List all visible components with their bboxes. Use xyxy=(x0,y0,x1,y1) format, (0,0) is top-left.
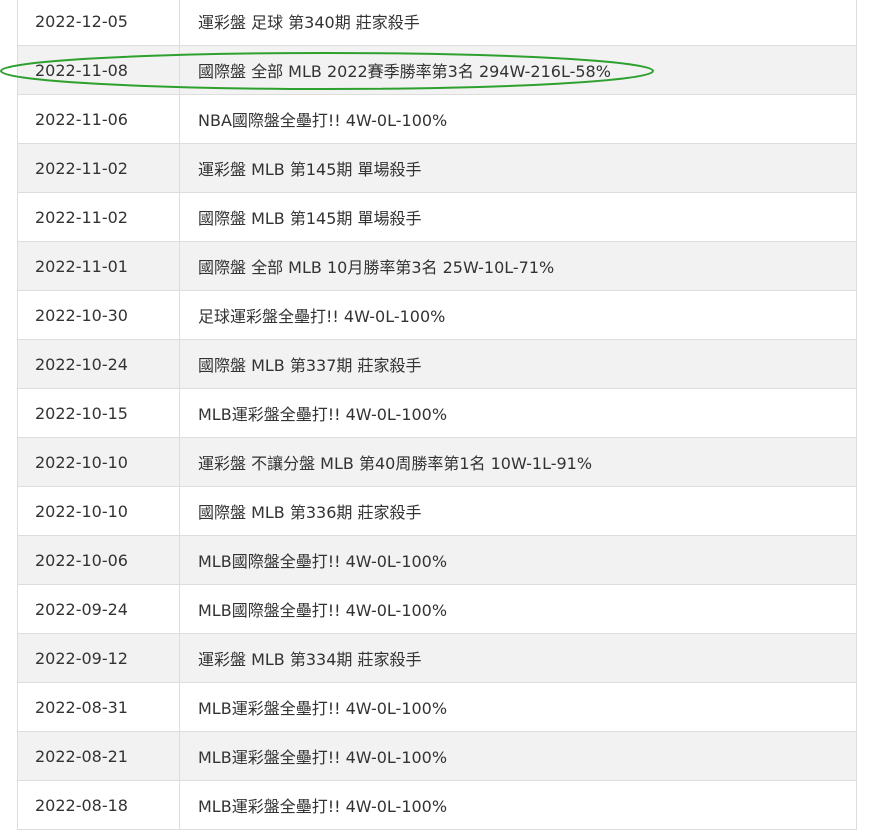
record-date: 2022-08-31 xyxy=(17,682,180,732)
record-date: 2022-10-10 xyxy=(17,486,180,536)
record-date: 2022-08-21 xyxy=(17,731,180,781)
record-date: 2022-10-30 xyxy=(17,290,180,340)
record-date: 2022-12-05 xyxy=(17,0,180,46)
table-row: 2022-08-21 MLB運彩盤全壘打!! 4W-0L-100% xyxy=(17,731,857,781)
table-row: 2022-10-24 國際盤 MLB 第337期 莊家殺手 xyxy=(17,339,857,389)
record-description: MLB運彩盤全壘打!! 4W-0L-100% xyxy=(179,780,857,830)
table-row: 2022-11-02 國際盤 MLB 第145期 單場殺手 xyxy=(17,192,857,242)
table-row: 2022-11-02 運彩盤 MLB 第145期 單場殺手 xyxy=(17,143,857,193)
table-row: 2022-08-18 MLB運彩盤全壘打!! 4W-0L-100% xyxy=(17,780,857,830)
record-description: 運彩盤 MLB 第145期 單場殺手 xyxy=(179,143,857,193)
record-description: MLB國際盤全壘打!! 4W-0L-100% xyxy=(179,535,857,585)
record-date: 2022-10-24 xyxy=(17,339,180,389)
table-row: 2022-12-05 運彩盤 足球 第340期 莊家殺手 xyxy=(17,0,857,46)
record-description: 國際盤 MLB 第145期 單場殺手 xyxy=(179,192,857,242)
record-date: 2022-10-10 xyxy=(17,437,180,487)
record-description: MLB運彩盤全壘打!! 4W-0L-100% xyxy=(179,388,857,438)
record-description: 國際盤 MLB 第336期 莊家殺手 xyxy=(179,486,857,536)
record-date: 2022-09-24 xyxy=(17,584,180,634)
records-table-body: 2022-12-05 運彩盤 足球 第340期 莊家殺手 2022-11-08 國際盤… xyxy=(17,0,857,830)
table-row: 2022-10-15 MLB運彩盤全壘打!! 4W-0L-100% xyxy=(17,388,857,438)
table-row: 2022-09-24 MLB國際盤全壘打!! 4W-0L-100% xyxy=(17,584,857,634)
table-row: 2022-11-08 國際盤 全部 MLB 2022賽季勝率第3名 294W-21… xyxy=(17,45,857,95)
record-description: NBA國際盤全壘打!! 4W-0L-100% xyxy=(179,94,857,144)
table-row: 2022-08-31 MLB運彩盤全壘打!! 4W-0L-100% xyxy=(17,682,857,732)
table-row: 2022-10-10 國際盤 MLB 第336期 莊家殺手 xyxy=(17,486,857,536)
record-date: 2022-11-08 xyxy=(17,45,180,95)
record-date: 2022-08-18 xyxy=(17,780,180,830)
record-description: 國際盤 全部 MLB 10月勝率第3名 25W-10L-71% xyxy=(179,241,857,291)
table-row: 2022-10-30 足球運彩盤全壘打!! 4W-0L-100% xyxy=(17,290,857,340)
table-row: 2022-11-06 NBA國際盤全壘打!! 4W-0L-100% xyxy=(17,94,857,144)
records-table-wrapper: 2022-12-05 運彩盤 足球 第340期 莊家殺手 2022-11-08 國際盤… xyxy=(17,0,857,830)
record-description: 運彩盤 MLB 第334期 莊家殺手 xyxy=(179,633,857,683)
record-date: 2022-11-06 xyxy=(17,94,180,144)
record-description: 運彩盤 足球 第340期 莊家殺手 xyxy=(179,0,857,46)
table-row: 2022-11-01 國際盤 全部 MLB 10月勝率第3名 25W-10L-71… xyxy=(17,241,857,291)
record-description: 國際盤 全部 MLB 2022賽季勝率第3名 294W-216L-58% xyxy=(179,45,857,95)
record-description: 足球運彩盤全壘打!! 4W-0L-100% xyxy=(179,290,857,340)
table-row: 2022-10-10 運彩盤 不讓分盤 MLB 第40周勝率第1名 10W-1L-… xyxy=(17,437,857,487)
record-description: MLB運彩盤全壘打!! 4W-0L-100% xyxy=(179,682,857,732)
record-date: 2022-11-02 xyxy=(17,143,180,193)
record-date: 2022-09-12 xyxy=(17,633,180,683)
table-row: 2022-09-12 運彩盤 MLB 第334期 莊家殺手 xyxy=(17,633,857,683)
record-description: MLB國際盤全壘打!! 4W-0L-100% xyxy=(179,584,857,634)
record-date: 2022-10-15 xyxy=(17,388,180,438)
record-description: MLB運彩盤全壘打!! 4W-0L-100% xyxy=(179,731,857,781)
record-date: 2022-11-01 xyxy=(17,241,180,291)
record-date: 2022-11-02 xyxy=(17,192,180,242)
record-date: 2022-10-06 xyxy=(17,535,180,585)
record-description: 運彩盤 不讓分盤 MLB 第40周勝率第1名 10W-1L-91% xyxy=(179,437,857,487)
record-description: 國際盤 MLB 第337期 莊家殺手 xyxy=(179,339,857,389)
records-table: 2022-12-05 運彩盤 足球 第340期 莊家殺手 2022-11-08 國際盤… xyxy=(17,0,857,830)
table-row: 2022-10-06 MLB國際盤全壘打!! 4W-0L-100% xyxy=(17,535,857,585)
